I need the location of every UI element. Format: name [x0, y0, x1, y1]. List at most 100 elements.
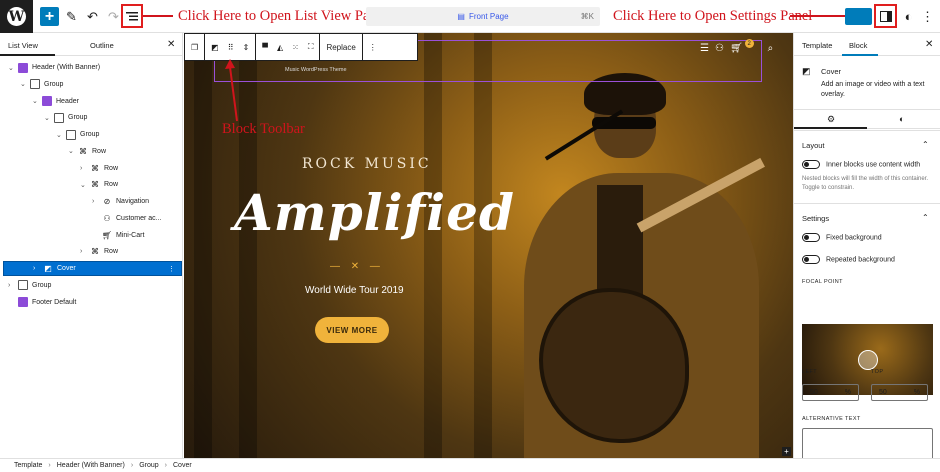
- row-icon: ⌘: [91, 247, 99, 257]
- command-label: Front Page: [468, 12, 509, 21]
- chevron-icon[interactable]: ⌄: [56, 131, 66, 139]
- tab-block[interactable]: Block: [849, 41, 867, 50]
- chevron-icon[interactable]: ›: [33, 265, 43, 272]
- styles-contrast-icon[interactable]: ◐: [899, 7, 918, 26]
- inner-blocks-toggle[interactable]: [802, 160, 820, 169]
- focal-point-handle[interactable]: [858, 350, 878, 370]
- list-item[interactable]: ⌄ ⌘ Row: [0, 144, 183, 159]
- active-tab-indicator: [0, 54, 55, 56]
- editor-canvas[interactable]: Music WordPress Theme ❐ ◩ ⠿ ⇕ ▀ ◭ ⁙ ⛶ Re…: [184, 33, 793, 458]
- block-description: Add an image or video with a text overla…: [821, 81, 925, 98]
- styles-contrast-icon[interactable]: ◐: [899, 114, 904, 124]
- duotone-icon[interactable]: ◭: [277, 43, 283, 52]
- chevron-icon[interactable]: ›: [8, 282, 18, 289]
- close-icon[interactable]: ✕: [167, 39, 175, 50]
- list-item[interactable]: › ◩ Cover ⋮: [3, 261, 182, 276]
- search-icon[interactable]: ⌕: [768, 43, 774, 54]
- chevron-icon[interactable]: ⌄: [68, 147, 78, 155]
- inner-blocks-toggle-row: Inner blocks use content width: [802, 160, 920, 169]
- repeated-bg-row: Repeated background: [802, 255, 895, 264]
- toolbar-parent-group: ❐: [185, 34, 206, 60]
- command-palette-button[interactable]: ▤ Front Page ⌘K: [366, 7, 600, 26]
- block-toolbar[interactable]: ❐ ◩ ⠿ ⇕ ▀ ◭ ⁙ ⛶ Replace ⋮: [184, 33, 418, 61]
- redo-icon[interactable]: ↷: [104, 7, 123, 26]
- cart-icon: 🛒︎: [101, 230, 113, 240]
- breadcrumb-item[interactable]: Group: [139, 462, 158, 469]
- align-icon[interactable]: ▀: [262, 43, 268, 52]
- chevron-icon[interactable]: ⌄: [8, 64, 18, 72]
- chevron-icon[interactable]: ⌄: [32, 97, 42, 105]
- row-icon: ⌘: [91, 163, 99, 173]
- list-view-toggle-button[interactable]: [121, 4, 143, 28]
- undo-icon[interactable]: ↶: [83, 7, 102, 26]
- more-options-icon[interactable]: ⋮: [369, 43, 377, 52]
- list-item-label: Row: [104, 181, 119, 189]
- breadcrumb-item[interactable]: Header (With Banner): [57, 462, 125, 469]
- list-item[interactable]: › ⌘ Row: [0, 244, 183, 259]
- template-part-icon: [18, 62, 28, 73]
- close-icon[interactable]: ✕: [925, 39, 933, 50]
- more-options-icon[interactable]: ⋮: [168, 265, 175, 273]
- percent-unit: %: [913, 389, 920, 396]
- breadcrumb-item[interactable]: Cover: [173, 462, 192, 469]
- list-item[interactable]: › ⊘ Navigation: [0, 194, 183, 209]
- row-icon: ⌘: [79, 146, 87, 156]
- list-item[interactable]: ⌄ Group: [0, 77, 183, 92]
- list-item[interactable]: ⌄ ⌘ Row: [0, 177, 183, 192]
- repeated-background-toggle[interactable]: [802, 255, 820, 264]
- layout-title[interactable]: Layout: [802, 141, 825, 150]
- headline[interactable]: Amplified: [234, 183, 515, 242]
- tab-outline[interactable]: Outline: [90, 41, 114, 50]
- list-item[interactable]: ⌄ Header: [0, 94, 183, 109]
- chevron-icon[interactable]: ›: [80, 248, 90, 255]
- list-item[interactable]: › ⌘ Row: [0, 161, 183, 176]
- focal-top-input[interactable]: 50%: [871, 384, 928, 401]
- kicker-text[interactable]: ROCK MUSIC: [302, 156, 432, 172]
- chevron-up-icon[interactable]: ⌃: [922, 140, 929, 149]
- cart-icon[interactable]: 🛒︎: [730, 43, 743, 54]
- user-icon[interactable]: ⚇: [715, 43, 724, 54]
- menu-icon[interactable]: ☰: [700, 43, 709, 54]
- chevron-up-icon[interactable]: ⌃: [922, 213, 929, 222]
- list-item[interactable]: ⌄ Header (With Banner): [0, 60, 183, 75]
- list-item[interactable]: ⌄ Group: [0, 127, 183, 142]
- tour-text[interactable]: World Wide Tour 2019: [305, 285, 404, 296]
- wordpress-logo-button[interactable]: W: [0, 0, 33, 33]
- list-item[interactable]: ⚇ Customer ac...: [0, 211, 183, 226]
- save-button[interactable]: [845, 8, 872, 25]
- annotation-arrow: [143, 15, 173, 17]
- list-item[interactable]: 🛒︎ Mini-Cart: [0, 228, 183, 243]
- settings-tabs: Template Block ✕: [794, 33, 940, 56]
- fullheight-icon[interactable]: ⛶: [308, 42, 314, 52]
- add-block-button[interactable]: +: [40, 7, 59, 26]
- cover-block-icon[interactable]: ◩: [211, 43, 219, 52]
- select-parent-icon[interactable]: ❐: [191, 43, 198, 52]
- focal-left-input[interactable]: 50%: [802, 384, 859, 401]
- chevron-icon[interactable]: ›: [80, 165, 90, 172]
- ornament: — ✕ —: [330, 261, 384, 272]
- add-block-inline-icon[interactable]: +: [782, 447, 791, 456]
- layout-section: Layout ⌃ Inner blocks use content width …: [794, 130, 940, 198]
- settings-title[interactable]: Settings: [802, 214, 829, 223]
- tab-list-view[interactable]: List View: [8, 41, 38, 50]
- tools-pencil-icon[interactable]: ✎: [62, 7, 81, 26]
- settings-gear-icon[interactable]: ⚙: [827, 114, 835, 125]
- view-more-button[interactable]: VIEW MORE: [315, 317, 389, 343]
- replace-button[interactable]: Replace: [326, 43, 355, 52]
- sidebar-icon: [879, 10, 892, 22]
- tab-template[interactable]: Template: [802, 41, 832, 50]
- fixed-background-toggle[interactable]: [802, 233, 820, 242]
- chevron-icon[interactable]: ⌄: [80, 181, 90, 189]
- list-item[interactable]: Footer Default: [0, 295, 183, 310]
- chevron-icon[interactable]: ⌄: [20, 80, 30, 88]
- settings-toggle-button[interactable]: [874, 4, 897, 28]
- list-item[interactable]: › Group: [0, 278, 183, 293]
- move-arrows-icon[interactable]: ⇕: [243, 43, 250, 52]
- drag-handle-icon[interactable]: ⠿: [228, 43, 234, 52]
- breadcrumb-item[interactable]: Template: [14, 462, 42, 469]
- list-item[interactable]: ⌄ Group: [0, 110, 183, 125]
- chevron-icon[interactable]: ›: [92, 198, 102, 205]
- chevron-icon[interactable]: ⌄: [44, 114, 54, 122]
- options-menu-icon[interactable]: ⋮: [918, 7, 937, 26]
- content-position-icon[interactable]: ⁙: [292, 43, 299, 52]
